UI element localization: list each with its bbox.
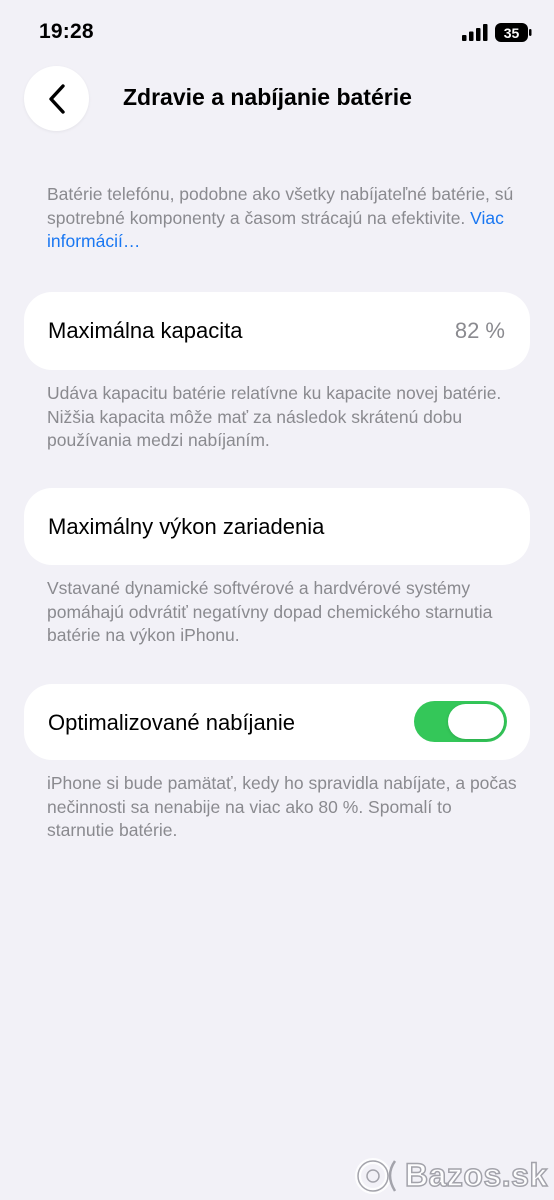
battery-level-text: 35 <box>504 25 520 41</box>
optimized-charging-row: Optimalizované nabíjanie <box>24 684 530 760</box>
status-time: 19:28 <box>39 20 94 43</box>
at-sign-logo-icon <box>355 1158 397 1194</box>
back-button[interactable] <box>24 66 89 131</box>
optimized-charging-label: Optimalizované nabíjanie <box>48 710 296 735</box>
battery-icon: 35 <box>495 23 532 42</box>
watermark: Bazos.sk <box>355 1155 548 1195</box>
peak-performance-row[interactable]: Maximálny výkon zariadenia <box>24 488 530 565</box>
max-capacity-row: Maximálna kapacita 82 % <box>24 292 530 370</box>
peak-performance-label: Maximálny výkon zariadenia <box>48 514 325 539</box>
watermark-text: Bazos.sk <box>404 1156 548 1194</box>
intro-note: Batérie telefónu, podobne ako všetky nab… <box>47 183 517 254</box>
max-capacity-value: 82 % <box>454 318 505 343</box>
peak-performance-note: Vstavané dynamické softvérové a hardvéro… <box>47 578 493 645</box>
toggle-knob <box>448 704 504 739</box>
page-title: Zdravie a nabíjanie batérie <box>123 84 412 110</box>
status-bar: 19:28 35 <box>0 0 554 66</box>
cellular-signal-icon <box>462 24 488 41</box>
optimized-charging-toggle[interactable] <box>414 701 507 742</box>
intro-text: Batérie telefónu, podobne ako všetky nab… <box>47 184 514 228</box>
max-capacity-label: Maximálna kapacita <box>48 318 243 343</box>
max-capacity-note: Udáva kapacitu batérie relatívne ku kapa… <box>47 383 502 450</box>
optimized-charging-note: iPhone si bude pamätať, kedy ho spravidl… <box>47 773 517 840</box>
chevron-left-icon <box>48 83 65 114</box>
